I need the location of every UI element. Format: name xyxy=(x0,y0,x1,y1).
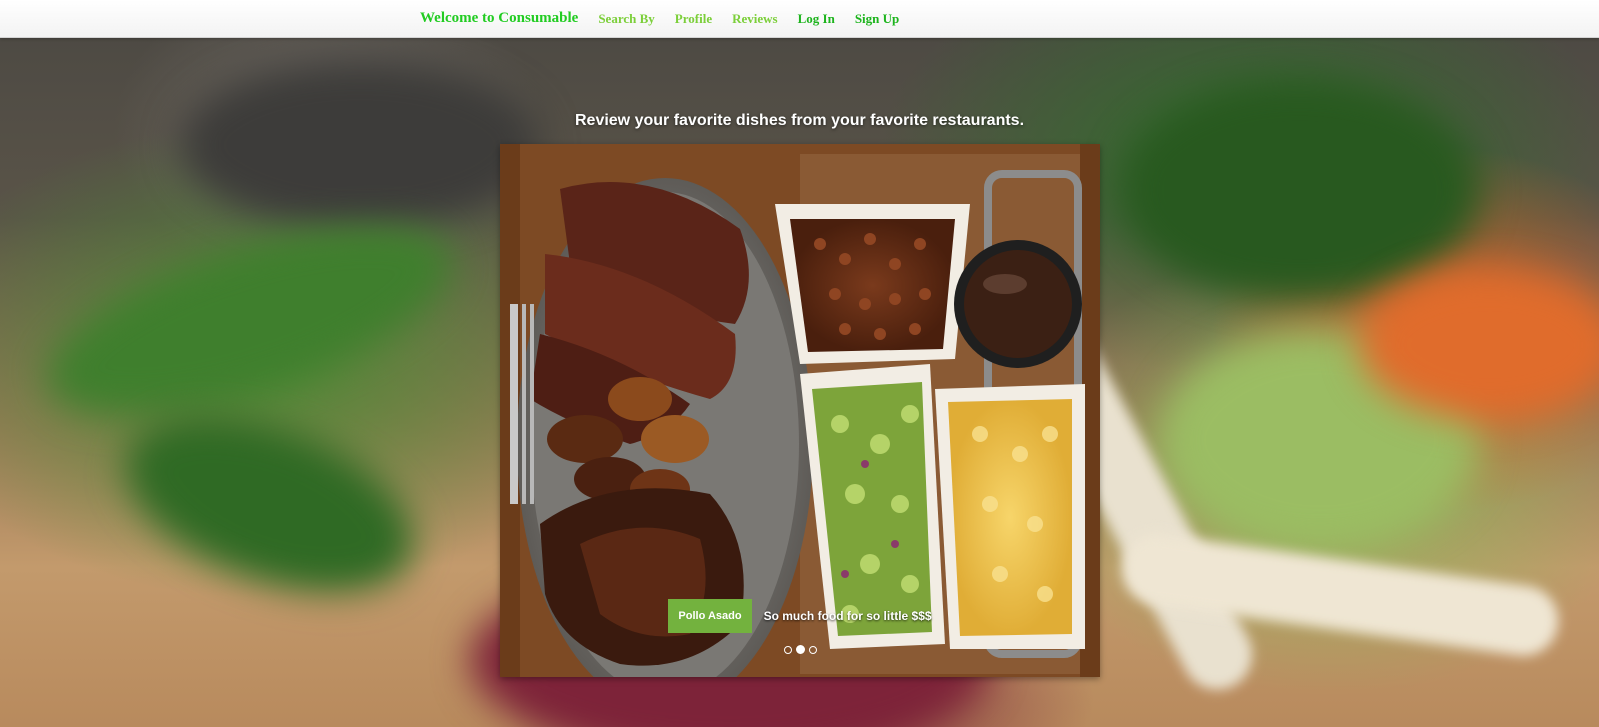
nav-item-search-by[interactable]: Search By xyxy=(598,11,654,27)
nav-item-reviews[interactable]: Reviews xyxy=(732,11,778,27)
main-nav: Welcome to Consumable Search By Profile … xyxy=(420,0,919,37)
dish-carousel[interactable]: Pollo Asado So much food for so little $… xyxy=(500,144,1100,677)
caption-dish-name[interactable]: Pollo Asado xyxy=(668,599,752,633)
nav-item-log-in[interactable]: Log In xyxy=(798,11,835,27)
hero-tagline: Review your favorite dishes from your fa… xyxy=(0,112,1599,130)
background-bowl xyxy=(180,60,540,230)
background-herb xyxy=(28,188,472,452)
carousel-indicators xyxy=(500,645,1100,654)
carousel-caption: Pollo Asado So much food for so little $… xyxy=(500,599,1100,633)
carousel-indicator-2[interactable] xyxy=(795,645,805,654)
carousel-indicator-3[interactable] xyxy=(808,646,817,654)
nav-item-profile[interactable]: Profile xyxy=(675,11,712,27)
caption-description: So much food for so little $$$ xyxy=(763,609,932,623)
carousel-indicator-1[interactable] xyxy=(783,646,792,654)
page-background: Welcome to Consumable Search By Profile … xyxy=(0,0,1599,727)
top-navigation-bar: Welcome to Consumable Search By Profile … xyxy=(0,0,1599,38)
brand-link[interactable]: Welcome to Consumable xyxy=(420,10,578,27)
hero-tagline-text: Review your favorite dishes from your fa… xyxy=(574,112,1025,129)
carousel-slide-image xyxy=(500,144,1100,677)
background-herb xyxy=(103,383,437,627)
nav-item-sign-up[interactable]: Sign Up xyxy=(855,11,899,27)
